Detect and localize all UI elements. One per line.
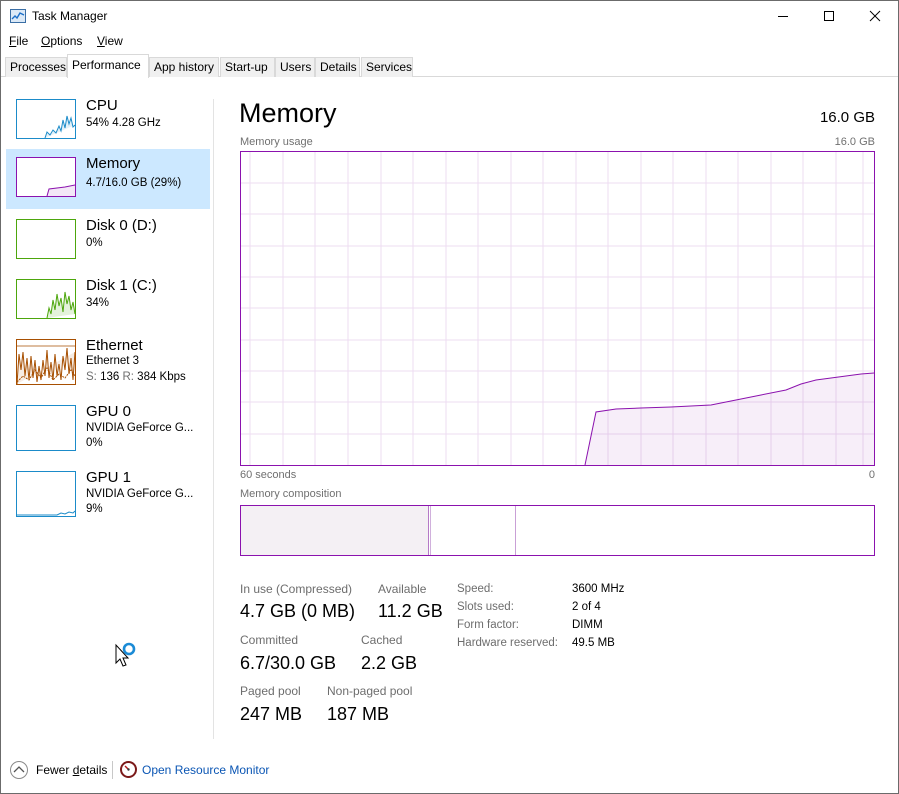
maximize-icon	[824, 11, 834, 21]
sidebar-item-title: Disk 1 (C:)	[86, 277, 157, 294]
paged-pool-label: Paged pool	[240, 684, 301, 698]
committed-label: Committed	[240, 633, 299, 647]
minimize-icon	[778, 16, 788, 17]
tab-performance[interactable]: Performance	[67, 54, 149, 78]
tab-users[interactable]: Users	[275, 57, 315, 77]
fewer-details-link[interactable]: Fewer details	[36, 763, 107, 777]
sidebar-item-detail: 4.7/16.0 GB (29%)	[86, 177, 182, 189]
sidebar-item-throughput: S: 136 R: 384 Kbps	[86, 371, 186, 383]
title-bar[interactable]: Task Manager	[1, 1, 898, 31]
composition-standby	[515, 506, 516, 555]
task-manager-window: Task Manager File Options View Processes…	[0, 0, 899, 794]
sidebar-item-gpu-0[interactable]: GPU 0 NVIDIA GeForce G... 0%	[6, 397, 210, 457]
sidebar-item-memory[interactable]: Memory 4.7/16.0 GB (29%)	[6, 149, 210, 209]
sidebar-item-title: GPU 1	[86, 469, 132, 486]
sidebar-item-title: Memory	[86, 155, 141, 172]
close-button[interactable]	[852, 1, 898, 31]
spec-value: 2 of 4	[572, 601, 601, 613]
sidebar-item-ethernet[interactable]: Ethernet Ethernet 3 S: 136 R: 384 Kbps	[6, 331, 210, 391]
spec-value: 49.5 MB	[572, 637, 615, 649]
tab-details[interactable]: Details	[315, 57, 360, 77]
ethernet-thumbnail-graph	[16, 339, 76, 385]
composition-modified	[430, 506, 431, 555]
task-manager-app-icon	[10, 9, 26, 23]
resource-monitor-icon	[120, 761, 137, 778]
spec-value: 3600 MHz	[572, 583, 625, 595]
menu-options[interactable]: Options	[41, 34, 82, 48]
sidebar-item-disk-1[interactable]: Disk 1 (C:) 34%	[6, 271, 210, 331]
memory-usage-max: 16.0 GB	[834, 136, 875, 148]
performance-sidebar: CPU 54% 4.28 GHz Memory 4.7/16.0 GB (29%…	[1, 91, 213, 741]
spec-label: Slots used:	[457, 601, 514, 613]
sidebar-item-detail: 0%	[86, 437, 103, 449]
fewer-details-button[interactable]	[10, 761, 28, 779]
menu-bar: File Options View	[1, 31, 898, 51]
gpu1-thumbnail-graph	[16, 471, 76, 517]
graph-time-right: 0	[868, 469, 875, 481]
chevron-up-icon	[13, 766, 25, 773]
available-value: 11.2 GB	[378, 601, 443, 621]
gpu0-thumbnail-graph	[16, 405, 76, 451]
memory-usage-graph	[240, 151, 875, 466]
sidebar-divider	[213, 99, 214, 739]
disk0-thumbnail-graph	[16, 219, 76, 259]
committed-value: 6.7/30.0 GB	[240, 653, 337, 673]
sidebar-item-adapter: Ethernet 3	[86, 355, 140, 367]
memory-composition-label: Memory composition	[240, 488, 342, 500]
memory-usage-area	[585, 373, 874, 465]
memory-thumbnail-graph	[16, 157, 76, 197]
spec-label: Hardware reserved:	[457, 637, 558, 649]
non-paged-pool-label: Non-paged pool	[327, 684, 413, 698]
sidebar-item-detail: 0%	[86, 237, 103, 249]
sidebar-item-title: GPU 0	[86, 403, 132, 420]
sidebar-item-detail: 34%	[86, 297, 110, 309]
sidebar-item-gpu-1[interactable]: GPU 1 NVIDIA GeForce G... 9%	[6, 463, 210, 523]
maximize-button[interactable]	[806, 1, 852, 31]
cached-value: 2.2 GB	[361, 653, 418, 673]
sidebar-item-title: Disk 0 (D:)	[86, 217, 157, 234]
paged-pool-value: 247 MB	[240, 704, 303, 724]
tab-bar: Processes Performance App history Start-…	[1, 54, 898, 78]
close-icon	[869, 10, 881, 22]
cpu-thumbnail-graph	[16, 99, 76, 139]
in-use-value: 4.7 GB (0 MB)	[240, 601, 356, 621]
menu-view[interactable]: View	[97, 34, 123, 48]
sidebar-item-model: NVIDIA GeForce G...	[86, 488, 194, 500]
menu-file[interactable]: File	[9, 34, 28, 48]
non-paged-pool-value: 187 MB	[327, 704, 390, 724]
spec-label: Form factor:	[457, 619, 519, 631]
memory-composition-bar	[240, 505, 875, 556]
graph-time-left: 60 seconds	[240, 469, 297, 481]
sidebar-item-title: CPU	[86, 97, 118, 114]
disk1-thumbnail-graph	[16, 279, 76, 319]
open-resource-monitor-link[interactable]: Open Resource Monitor	[142, 763, 269, 777]
spec-value: DIMM	[572, 619, 603, 631]
tab-processes[interactable]: Processes	[5, 57, 67, 77]
memory-total: 16.0 GB	[819, 109, 875, 126]
available-label: Available	[378, 582, 427, 596]
window-title: Task Manager	[32, 9, 108, 23]
composition-in-use	[241, 506, 429, 555]
sidebar-item-title: Ethernet	[86, 337, 143, 354]
tab-start-up[interactable]: Start-up	[220, 57, 275, 77]
memory-usage-graph-svg	[241, 152, 874, 465]
tab-app-history[interactable]: App history	[149, 57, 219, 77]
sidebar-item-disk-0[interactable]: Disk 0 (D:) 0%	[6, 211, 210, 271]
cached-label: Cached	[361, 633, 403, 647]
busy-cursor-icon	[115, 641, 139, 669]
sidebar-item-model: NVIDIA GeForce G...	[86, 422, 194, 434]
sidebar-item-detail: 9%	[86, 503, 103, 515]
sidebar-item-cpu[interactable]: CPU 54% 4.28 GHz	[6, 91, 210, 151]
footer-separator	[112, 761, 113, 779]
minimize-button[interactable]	[760, 1, 806, 31]
spec-label: Speed:	[457, 583, 494, 595]
tab-services[interactable]: Services	[361, 57, 413, 77]
in-use-label: In use (Compressed)	[240, 582, 353, 596]
memory-usage-label: Memory usage	[240, 136, 313, 148]
sidebar-item-detail: 54% 4.28 GHz	[86, 117, 161, 129]
page-title: Memory	[239, 98, 337, 128]
